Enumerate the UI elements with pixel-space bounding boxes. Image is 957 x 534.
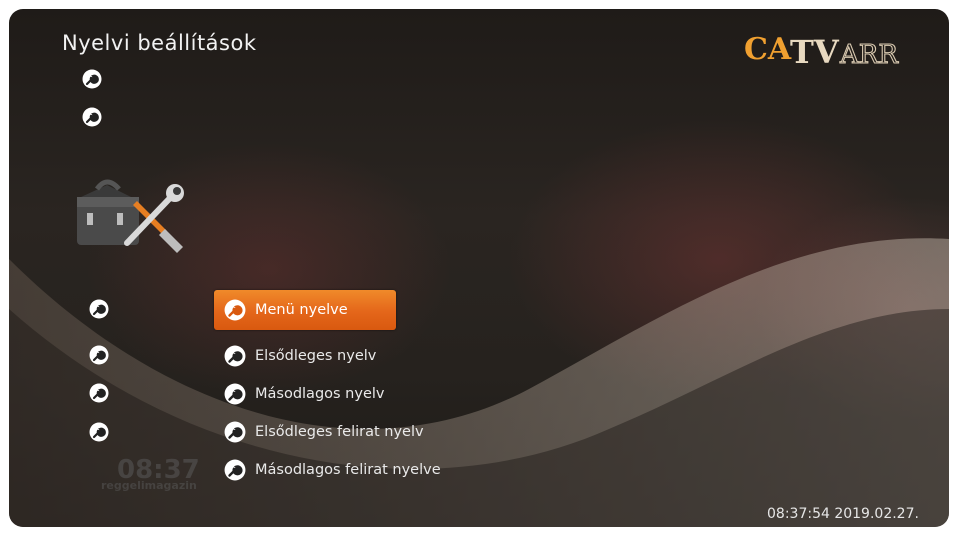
background-watermark-channel: reggelimagazin [101, 479, 197, 492]
menu-item-label: Másodlagos nyelv [255, 386, 385, 402]
svg-text:CA: CA [744, 32, 792, 67]
wrench-icon [89, 383, 109, 403]
menu-item-label: Menü nyelve [255, 302, 348, 318]
wrench-icon [89, 299, 109, 319]
svg-text:TV: TV [790, 33, 840, 71]
page-title: Nyelvi beállítások [62, 31, 257, 55]
background-wave [9, 238, 949, 527]
menu-item-label: Másodlagos felirat nyelve [255, 462, 441, 478]
wrench-icon [82, 107, 102, 127]
wrench-icon [224, 345, 246, 367]
menu-item-primary-language[interactable]: Elsődleges nyelv [214, 336, 396, 376]
menu-item-label: Elsődleges felirat nyelv [255, 424, 424, 440]
catvarr-logo: CA TV ARR [744, 32, 900, 71]
menu-item-secondary-subtitle-language[interactable]: Másodlagos felirat nyelve [214, 450, 441, 490]
wrench-icon [224, 459, 246, 481]
wrench-icon [224, 299, 246, 321]
wrench-icon [89, 422, 109, 442]
wrench-icon [82, 69, 102, 89]
datetime-display: 08:37:54 2019.02.27. [767, 506, 919, 522]
toolbox-icon [77, 179, 184, 253]
menu-item-primary-subtitle-language[interactable]: Elsődleges felirat nyelv [214, 412, 424, 452]
tv-screen: Nyelvi beállítások CA TV ARR Menü nyelve… [9, 9, 949, 527]
wrench-icon [224, 383, 246, 405]
wrench-icon [89, 345, 109, 365]
wrench-icon [224, 421, 246, 443]
menu-item-label: Elsődleges nyelv [255, 348, 377, 364]
menu-item-secondary-language[interactable]: Másodlagos nyelv [214, 374, 396, 414]
svg-text:ARR: ARR [839, 40, 899, 70]
menu-item-menu-language[interactable]: Menü nyelve [214, 290, 396, 330]
